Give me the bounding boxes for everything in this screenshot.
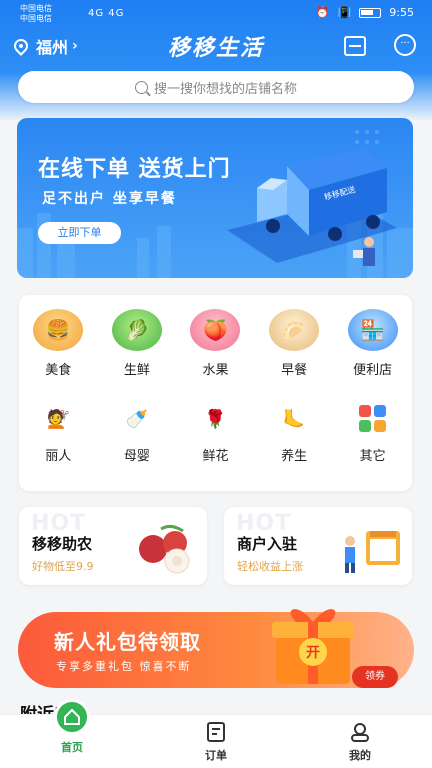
promo-subtitle: 轻松收益上涨	[237, 560, 303, 573]
merchant-icon	[345, 531, 400, 573]
category-beauty[interactable]: 💇 丽人	[19, 397, 98, 485]
category-label: 便利店	[353, 363, 393, 378]
category-fruit[interactable]: 🍑 水果	[176, 309, 255, 397]
gift-title: 新人礼包待领取	[54, 630, 201, 654]
other-icon	[355, 401, 391, 437]
gift-box-label: 开	[306, 645, 320, 661]
carrier-info: 中国电信 中国电信	[20, 4, 52, 24]
tab-label: 订单	[205, 749, 227, 762]
wellness-icon: 🦶	[282, 408, 306, 430]
category-food[interactable]: 🍔 美食	[19, 309, 98, 397]
tab-profile[interactable]: 我的	[288, 715, 432, 768]
food-icon: 🍔	[33, 309, 84, 351]
promo-title: 商户入驻	[237, 535, 298, 553]
delivery-banner[interactable]: 在线下单 送货上门 足不出户 坐享早餐 立即下单 移移配送	[17, 118, 413, 278]
brand-title: 移移生活	[167, 36, 264, 61]
category-other[interactable]: 其它	[333, 397, 412, 485]
profile-icon	[351, 723, 369, 742]
tab-orders[interactable]: 订单	[144, 715, 288, 768]
category-baby[interactable]: 🍼 母婴	[98, 397, 177, 485]
search-icon	[134, 80, 148, 94]
store-icon: 🏪	[347, 309, 398, 351]
tab-label: 我的	[349, 749, 371, 762]
category-label: 早餐	[281, 363, 308, 378]
clock: 9:55	[389, 6, 414, 19]
carrier-2: 中国电信	[20, 14, 52, 23]
search-placeholder: 搜一搜你想找的店铺名称	[153, 81, 297, 97]
claim-coupon-button[interactable]: 领券	[352, 666, 398, 688]
status-right: ⏰ 📳 9:55	[316, 6, 414, 19]
beauty-icon: 💇	[47, 408, 70, 430]
category-grid: 🍔 美食 🥬 生鲜 🍑 水果 🥟 早餐 🏪 便利店 💇 丽人 🍼 母婴 🌹 鲜花…	[19, 295, 412, 491]
app-header: 福州 › 移移生活 ···	[0, 28, 432, 64]
orders-icon	[207, 722, 225, 742]
tab-label: 首页	[61, 741, 83, 754]
signal-indicator: 4G 4G	[88, 8, 125, 19]
category-label: 水果	[202, 363, 229, 378]
battery-icon	[359, 7, 382, 18]
lychee-icon	[139, 524, 190, 574]
baby-icon: 🍼	[125, 408, 149, 430]
banner-subtitle: 足不出户 坐享早餐	[42, 191, 177, 207]
promo-card-merchant[interactable]: HOT 商户入驻 轻松收益上涨	[224, 507, 412, 585]
category-store[interactable]: 🏪 便利店	[333, 309, 412, 397]
fruit-icon: 🍑	[190, 309, 241, 351]
category-label: 其它	[359, 449, 386, 464]
category-label: 生鲜	[123, 363, 150, 378]
search-bar[interactable]: 搜一搜你想找的店铺名称	[18, 71, 414, 103]
category-label: 丽人	[45, 449, 72, 464]
scan-icon[interactable]	[344, 36, 366, 56]
banner-title: 在线下单 送货上门	[38, 157, 231, 182]
category-label: 美食	[45, 363, 72, 378]
bottom-tab-bar: 首页 订单 我的	[0, 699, 432, 768]
category-label: 鲜花	[202, 449, 229, 464]
order-now-button[interactable]: 立即下单	[38, 222, 121, 244]
status-bar: 中国电信 中国电信 4G 4G ⏰ 📳 9:55	[0, 0, 432, 26]
truck-illustration: 移移配送	[227, 148, 397, 266]
category-label: 养生	[281, 449, 308, 464]
tab-home[interactable]: 首页	[0, 699, 144, 768]
message-icon[interactable]: ···	[394, 34, 416, 56]
category-panel: 🍔 美食 🥬 生鲜 🍑 水果 🥟 早餐 🏪 便利店 💇 丽人 🍼 母婴 🌹 鲜花…	[19, 295, 412, 491]
promo-title: 移移助农	[32, 535, 93, 553]
home-icon	[54, 699, 90, 735]
carrier-1: 中国电信	[20, 4, 52, 13]
category-fresh[interactable]: 🥬 生鲜	[98, 309, 177, 397]
gift-box-icon: 开	[272, 609, 354, 684]
category-label: 母婴	[123, 449, 150, 464]
breakfast-icon: 🥟	[269, 309, 320, 351]
vibrate-icon: 📳	[337, 6, 352, 19]
alarm-icon: ⏰	[315, 6, 330, 19]
category-flower[interactable]: 🌹 鲜花	[176, 397, 255, 485]
gift-subtitle: 专享多重礼包 惊喜不断	[56, 660, 192, 673]
new-user-gift-banner[interactable]: 新人礼包待领取 专享多重礼包 惊喜不断 开 领券	[18, 609, 414, 688]
fresh-icon: 🥬	[111, 309, 162, 351]
flower-icon: 🌹	[204, 408, 227, 430]
category-wellness[interactable]: 🦶 养生	[255, 397, 334, 485]
promo-subtitle: 好物低至9.9	[32, 560, 94, 573]
category-breakfast[interactable]: 🥟 早餐	[255, 309, 334, 397]
promo-card-farm[interactable]: HOT 移移助农 好物低至9.9	[19, 507, 207, 585]
